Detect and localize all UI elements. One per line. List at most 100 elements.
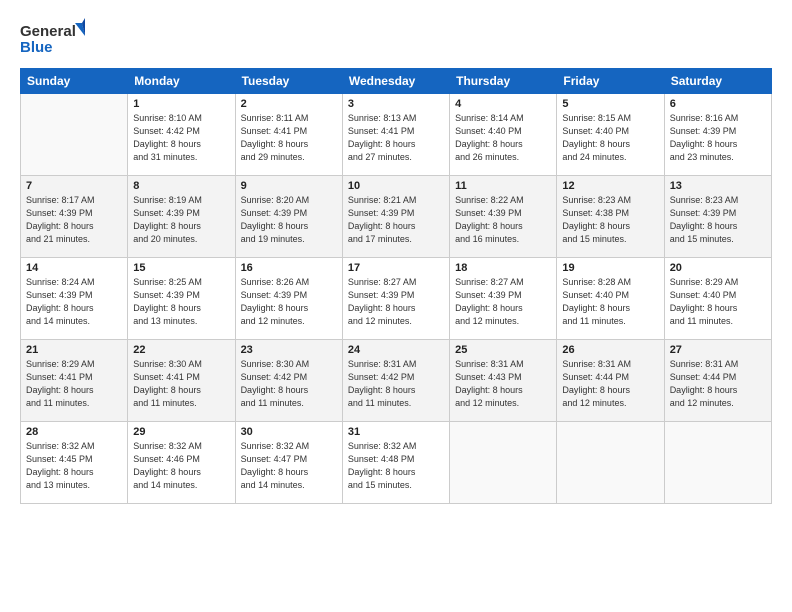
- day-info: Sunrise: 8:27 AMSunset: 4:39 PMDaylight:…: [348, 276, 444, 328]
- day-number: 30: [241, 426, 337, 438]
- day-info: Sunrise: 8:29 AMSunset: 4:40 PMDaylight:…: [670, 276, 766, 328]
- calendar-cell: 5Sunrise: 8:15 AMSunset: 4:40 PMDaylight…: [557, 94, 664, 176]
- day-info: Sunrise: 8:30 AMSunset: 4:41 PMDaylight:…: [133, 358, 229, 410]
- calendar-cell: 7 Sunrise: 8:17 AMSunset: 4:39 PMDaylight…: [21, 176, 128, 258]
- day-info: Sunrise: 8:32 AMSunset: 4:45 PMDaylight:…: [26, 440, 122, 492]
- day-info: Sunrise: 8:24 AMSunset: 4:39 PMDaylight:…: [26, 276, 122, 328]
- calendar-cell: 20Sunrise: 8:29 AMSunset: 4:40 PMDayligh…: [664, 258, 771, 340]
- day-info: Sunrise: 8:23 AMSunset: 4:39 PMDaylight:…: [670, 194, 766, 246]
- svg-text:General: General: [20, 23, 76, 40]
- day-number: 15: [133, 262, 229, 274]
- calendar-cell: 30 Sunrise: 8:32 AMSunset: 4:47 PMDayligh…: [235, 422, 342, 504]
- calendar-cell: 14Sunrise: 8:24 AMSunset: 4:39 PMDayligh…: [21, 258, 128, 340]
- calendar-cell: [450, 422, 557, 504]
- calendar-cell: 8 Sunrise: 8:19 AMSunset: 4:39 PMDaylight…: [128, 176, 235, 258]
- day-info: Sunrise: 8:22 AMSunset: 4:39 PMDaylight:…: [455, 194, 551, 246]
- day-number: 23: [241, 344, 337, 356]
- calendar-week-row: 7 Sunrise: 8:17 AMSunset: 4:39 PMDaylight…: [21, 176, 772, 258]
- day-info: Sunrise: 8:14 AMSunset: 4:40 PMDaylight:…: [455, 112, 551, 164]
- day-number: 10: [348, 180, 444, 192]
- calendar-header-row: SundayMondayTuesdayWednesdayThursdayFrid…: [21, 69, 772, 94]
- calendar-cell: 13 Sunrise: 8:23 AMSunset: 4:39 PMDayligh…: [664, 176, 771, 258]
- weekday-header: Wednesday: [342, 69, 449, 94]
- calendar-cell: 3 Sunrise: 8:13 AMSunset: 4:41 PMDaylight…: [342, 94, 449, 176]
- calendar-cell: [21, 94, 128, 176]
- day-number: 18: [455, 262, 551, 274]
- day-number: 11: [455, 180, 551, 192]
- day-info: Sunrise: 8:28 AMSunset: 4:40 PMDaylight:…: [562, 276, 658, 328]
- day-info: Sunrise: 8:31 AMSunset: 4:44 PMDaylight:…: [562, 358, 658, 410]
- calendar-week-row: 1Sunrise: 8:10 AMSunset: 4:42 PMDaylight…: [21, 94, 772, 176]
- calendar-week-row: 14Sunrise: 8:24 AMSunset: 4:39 PMDayligh…: [21, 258, 772, 340]
- calendar-cell: 6Sunrise: 8:16 AMSunset: 4:39 PMDaylight…: [664, 94, 771, 176]
- page-header: GeneralBlue: [20, 18, 772, 58]
- day-info: Sunrise: 8:16 AMSunset: 4:39 PMDaylight:…: [670, 112, 766, 164]
- day-info: Sunrise: 8:31 AMSunset: 4:44 PMDaylight:…: [670, 358, 766, 410]
- calendar-cell: 12Sunrise: 8:23 AMSunset: 4:38 PMDayligh…: [557, 176, 664, 258]
- calendar-week-row: 21Sunrise: 8:29 AMSunset: 4:41 PMDayligh…: [21, 340, 772, 422]
- weekday-header: Sunday: [21, 69, 128, 94]
- calendar-cell: 24Sunrise: 8:31 AMSunset: 4:42 PMDayligh…: [342, 340, 449, 422]
- day-info: Sunrise: 8:32 AMSunset: 4:47 PMDaylight:…: [241, 440, 337, 492]
- calendar-cell: 27Sunrise: 8:31 AMSunset: 4:44 PMDayligh…: [664, 340, 771, 422]
- day-number: 12: [562, 180, 658, 192]
- day-info: Sunrise: 8:32 AMSunset: 4:48 PMDaylight:…: [348, 440, 444, 492]
- weekday-header: Saturday: [664, 69, 771, 94]
- calendar-table: SundayMondayTuesdayWednesdayThursdayFrid…: [20, 68, 772, 504]
- day-info: Sunrise: 8:20 AMSunset: 4:39 PMDaylight:…: [241, 194, 337, 246]
- day-number: 8: [133, 180, 229, 192]
- day-info: Sunrise: 8:19 AMSunset: 4:39 PMDaylight:…: [133, 194, 229, 246]
- day-number: 7: [26, 180, 122, 192]
- calendar-cell: 9 Sunrise: 8:20 AMSunset: 4:39 PMDaylight…: [235, 176, 342, 258]
- calendar-cell: 15 Sunrise: 8:25 AMSunset: 4:39 PMDayligh…: [128, 258, 235, 340]
- calendar-cell: 28 Sunrise: 8:32 AMSunset: 4:45 PMDayligh…: [21, 422, 128, 504]
- calendar-cell: 31 Sunrise: 8:32 AMSunset: 4:48 PMDayligh…: [342, 422, 449, 504]
- calendar-cell: 16Sunrise: 8:26 AMSunset: 4:39 PMDayligh…: [235, 258, 342, 340]
- calendar-cell: 2 Sunrise: 8:11 AMSunset: 4:41 PMDaylight…: [235, 94, 342, 176]
- day-number: 19: [562, 262, 658, 274]
- weekday-header: Thursday: [450, 69, 557, 94]
- weekday-header: Tuesday: [235, 69, 342, 94]
- day-number: 31: [348, 426, 444, 438]
- calendar-cell: 25 Sunrise: 8:31 AMSunset: 4:43 PMDayligh…: [450, 340, 557, 422]
- calendar-cell: [557, 422, 664, 504]
- calendar-cell: 17Sunrise: 8:27 AMSunset: 4:39 PMDayligh…: [342, 258, 449, 340]
- calendar-week-row: 28 Sunrise: 8:32 AMSunset: 4:45 PMDayligh…: [21, 422, 772, 504]
- day-info: Sunrise: 8:26 AMSunset: 4:39 PMDaylight:…: [241, 276, 337, 328]
- calendar-cell: 4Sunrise: 8:14 AMSunset: 4:40 PMDaylight…: [450, 94, 557, 176]
- logo-svg: GeneralBlue: [20, 18, 90, 58]
- day-number: 3: [348, 98, 444, 110]
- day-info: Sunrise: 8:21 AMSunset: 4:39 PMDaylight:…: [348, 194, 444, 246]
- day-number: 24: [348, 344, 444, 356]
- logo: GeneralBlue: [20, 18, 90, 58]
- calendar-cell: 11 Sunrise: 8:22 AMSunset: 4:39 PMDayligh…: [450, 176, 557, 258]
- svg-text:Blue: Blue: [20, 39, 53, 56]
- day-info: Sunrise: 8:32 AMSunset: 4:46 PMDaylight:…: [133, 440, 229, 492]
- day-info: Sunrise: 8:11 AMSunset: 4:41 PMDaylight:…: [241, 112, 337, 164]
- day-info: Sunrise: 8:27 AMSunset: 4:39 PMDaylight:…: [455, 276, 551, 328]
- day-info: Sunrise: 8:17 AMSunset: 4:39 PMDaylight:…: [26, 194, 122, 246]
- day-info: Sunrise: 8:15 AMSunset: 4:40 PMDaylight:…: [562, 112, 658, 164]
- calendar-cell: 18 Sunrise: 8:27 AMSunset: 4:39 PMDayligh…: [450, 258, 557, 340]
- day-number: 13: [670, 180, 766, 192]
- calendar-cell: 29 Sunrise: 8:32 AMSunset: 4:46 PMDayligh…: [128, 422, 235, 504]
- day-number: 26: [562, 344, 658, 356]
- day-info: Sunrise: 8:31 AMSunset: 4:43 PMDaylight:…: [455, 358, 551, 410]
- calendar-cell: 1Sunrise: 8:10 AMSunset: 4:42 PMDaylight…: [128, 94, 235, 176]
- day-number: 28: [26, 426, 122, 438]
- day-number: 29: [133, 426, 229, 438]
- day-number: 25: [455, 344, 551, 356]
- day-number: 9: [241, 180, 337, 192]
- calendar-cell: 22 Sunrise: 8:30 AMSunset: 4:41 PMDayligh…: [128, 340, 235, 422]
- day-info: Sunrise: 8:25 AMSunset: 4:39 PMDaylight:…: [133, 276, 229, 328]
- weekday-header: Friday: [557, 69, 664, 94]
- calendar-cell: 26 Sunrise: 8:31 AMSunset: 4:44 PMDayligh…: [557, 340, 664, 422]
- calendar-cell: 23 Sunrise: 8:30 AMSunset: 4:42 PMDayligh…: [235, 340, 342, 422]
- calendar-cell: [664, 422, 771, 504]
- day-info: Sunrise: 8:29 AMSunset: 4:41 PMDaylight:…: [26, 358, 122, 410]
- calendar-cell: 10 Sunrise: 8:21 AMSunset: 4:39 PMDayligh…: [342, 176, 449, 258]
- day-info: Sunrise: 8:30 AMSunset: 4:42 PMDaylight:…: [241, 358, 337, 410]
- day-number: 2: [241, 98, 337, 110]
- day-info: Sunrise: 8:13 AMSunset: 4:41 PMDaylight:…: [348, 112, 444, 164]
- day-number: 22: [133, 344, 229, 356]
